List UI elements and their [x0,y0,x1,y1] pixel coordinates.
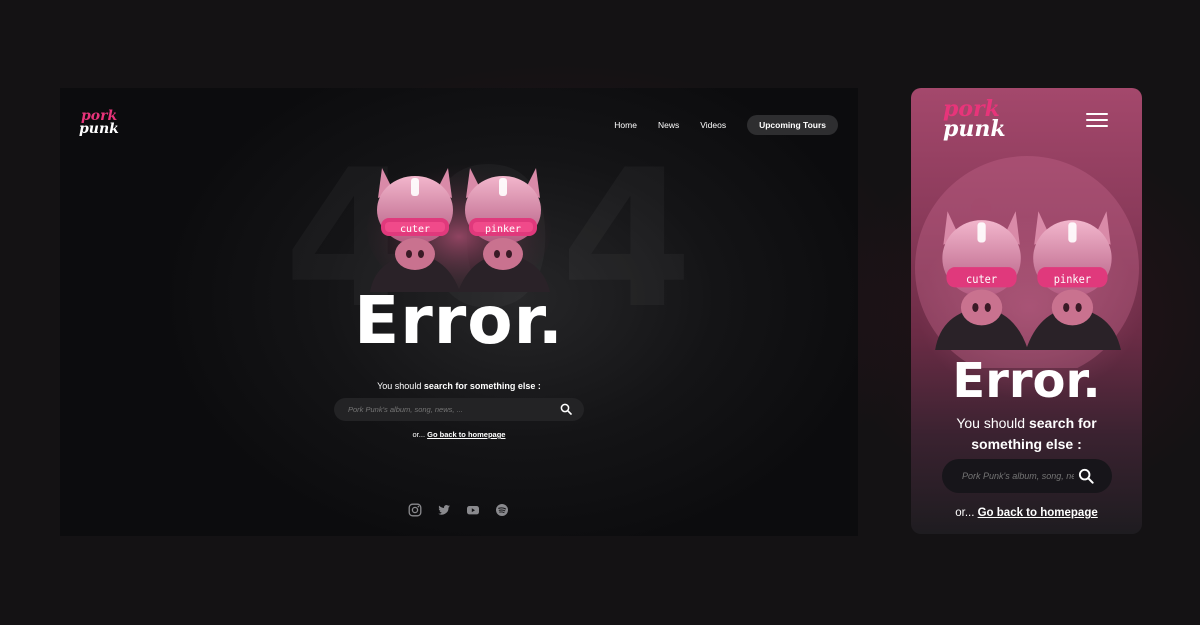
mobile-search-bar [942,459,1112,493]
pig-duo-illustration: cuter pinker [367,164,551,292]
mobile-search-prompt: You should search for something else : [921,413,1132,455]
visor-left-text: cuter [400,224,430,235]
hamburger-menu-icon[interactable] [1086,113,1108,127]
visor-right-text: pinker [485,224,521,235]
search-prompt-bold: search for something else : [423,381,541,391]
nav-home-link[interactable]: Home [614,120,637,130]
twitter-icon[interactable] [437,503,451,517]
logo-line-2: punk [79,120,119,137]
main-nav: Home News Videos Upcoming Tours [614,115,838,135]
search-prompt: You should search for something else : [320,381,598,391]
nav-videos-link[interactable]: Videos [700,120,726,130]
brand-logo[interactable]: pork punk [79,109,119,137]
instagram-icon[interactable] [408,503,422,517]
mobile-view: pork punk cuter pinker Error. You should… [911,88,1142,534]
mobile-error-title: Error. [952,353,1101,409]
back-home-line: or... Go back to homepage [320,430,598,439]
mobile-pig-duo-illustration: cuter pinker [935,211,1121,350]
mobile-search-input[interactable] [962,459,1074,493]
mobile-back-home-line: or... Go back to homepage [911,507,1142,519]
upcoming-tours-button[interactable]: Upcoming Tours [747,115,838,135]
social-links [408,503,509,517]
mobile-search-icon[interactable] [1078,468,1094,484]
error-title: Error. [354,282,564,359]
youtube-icon[interactable] [466,503,480,517]
search-bar [334,398,584,421]
mobile-visor-right-text: pinker [1054,272,1092,286]
mobile-visor-left-text: cuter [966,272,998,286]
mobile-back-home-prefix: or... [955,507,978,519]
mobile-logo-line-2: punk [943,115,1006,142]
back-home-prefix: or... [412,430,428,439]
desktop-view: 404 pork punk Home News Videos Upcoming … [60,88,858,536]
mobile-search-prompt-prefix: You should [956,415,1029,431]
search-icon[interactable] [560,403,572,415]
search-prompt-prefix: You should [377,381,424,391]
spotify-icon[interactable] [495,503,509,517]
search-input[interactable] [348,398,548,421]
nav-news-link[interactable]: News [658,120,679,130]
mobile-brand-logo[interactable]: pork punk [943,98,1006,142]
mobile-back-home-link[interactable]: Go back to homepage [978,507,1098,519]
back-home-link[interactable]: Go back to homepage [427,430,505,439]
